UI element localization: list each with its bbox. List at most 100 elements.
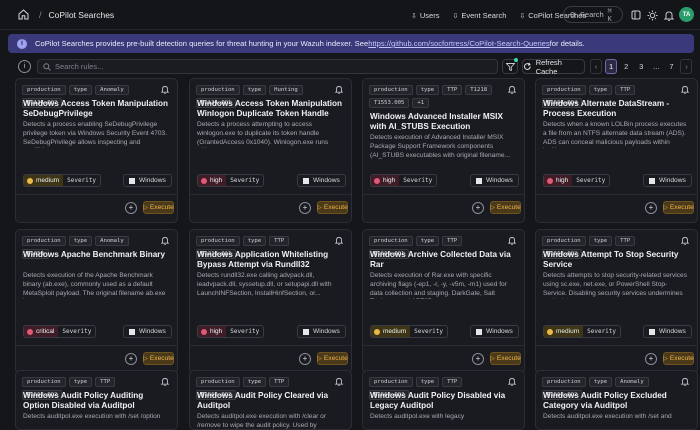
execute-button[interactable]: ▷ Execute — [663, 352, 694, 365]
theme-toggle-icon[interactable] — [646, 9, 658, 21]
page-2[interactable]: 2 — [620, 59, 632, 74]
rule-description: Detects execution of Advanced Installer … — [370, 134, 510, 159]
rule-description: Detects auditpol.exe execution with /set… — [543, 413, 672, 420]
platform-badge: Windows — [643, 174, 692, 187]
severity-label: Severity — [403, 177, 433, 184]
page-7[interactable]: 7 — [665, 59, 677, 74]
page-1[interactable]: 1 — [605, 59, 618, 74]
rule-tag: TTP — [442, 236, 463, 246]
severity-value: high — [556, 177, 569, 184]
add-icon[interactable]: + — [299, 202, 311, 214]
rule-card[interactable]: production type Anomaly T1134.002 Windows Ac… — [15, 78, 178, 223]
banner-link[interactable]: https://github.com/socfortress/CoPilot-S… — [368, 39, 549, 48]
add-icon[interactable]: + — [645, 202, 657, 214]
download-icon: ⇩ — [411, 12, 417, 20]
add-icon[interactable]: + — [125, 353, 137, 365]
rule-tag: type — [415, 236, 440, 246]
severity-badge: high Severity — [543, 174, 611, 187]
severity-dot-icon — [547, 328, 553, 335]
nav-users-label: Users — [419, 10, 440, 20]
execute-button[interactable]: ▷ Execute — [317, 352, 348, 365]
play-icon: ▷ — [663, 205, 668, 211]
refresh-cache-label: Refresh Cache — [535, 57, 562, 76]
subscribe-bell-icon[interactable] — [334, 85, 344, 96]
rule-card[interactable]: production type TTP T1218 T1553.005 +1 Windows… — [362, 78, 525, 223]
card-divider — [363, 345, 524, 346]
rule-title: Windows Archive Collected Data via Rar — [370, 250, 511, 269]
rule-title: Windows Application Whitelisting Bypass … — [197, 250, 329, 269]
rule-tag: TTP — [442, 377, 463, 387]
play-icon: ▷ — [490, 356, 495, 362]
rule-card[interactable]: production type Anomaly T1059 Windows Apache… — [15, 229, 178, 374]
subscribe-bell-icon[interactable] — [160, 85, 170, 96]
rule-card[interactable]: production type TTP T1562.002 Windows Audit … — [189, 370, 352, 430]
severity-badge: high Severity — [370, 174, 438, 187]
add-icon[interactable]: + — [125, 202, 137, 214]
subscribe-bell-icon[interactable] — [160, 377, 170, 388]
play-icon: ▷ — [143, 356, 148, 362]
rule-tag: TTP — [269, 377, 290, 387]
execute-label: Execute — [149, 355, 174, 362]
rule-title: Windows Audit Policy Auditing Option Dis… — [23, 391, 144, 410]
rule-card[interactable]: production type Anomaly T1562.002 Windows Au… — [535, 370, 698, 430]
severity-label: Severity — [576, 177, 606, 184]
rule-description: Detects rundll32.exe calling advpack.dll… — [197, 272, 332, 297]
execute-button[interactable]: ▷ Execute — [663, 201, 694, 214]
subscribe-bell-icon[interactable] — [680, 377, 690, 388]
execute-button[interactable]: ▷ Execute — [317, 201, 348, 214]
execute-button[interactable]: ▷ Execute — [143, 352, 174, 365]
rule-card[interactable]: production type TTP T1562.002 Windows Audit … — [15, 370, 178, 430]
windows-logo-icon — [303, 177, 309, 184]
rule-card[interactable]: production type TTP T1562.002 Windows Audit … — [362, 370, 525, 430]
subscribe-bell-icon[interactable] — [334, 236, 344, 247]
rule-title: Windows Apache Benchmark Binary — [23, 250, 166, 259]
execute-button[interactable]: ▷ Execute — [490, 201, 521, 214]
rule-tag: TTP — [269, 236, 290, 246]
subscribe-bell-icon[interactable] — [680, 85, 690, 96]
windows-logo-icon — [649, 177, 655, 184]
nav-event-search[interactable]: ⇩ Event Search — [452, 11, 506, 20]
severity-level: medium — [371, 326, 411, 337]
platform-value: Windows — [486, 328, 513, 335]
banner-suffix: for details. — [549, 39, 585, 48]
rule-tag: production — [542, 236, 586, 246]
add-icon[interactable]: + — [299, 353, 311, 365]
next-page-button[interactable]: › — [680, 59, 693, 74]
refresh-cache-button[interactable]: Refresh Cache — [522, 57, 585, 76]
breadcrumb-separator: / — [39, 9, 42, 20]
top-nav: ⇩ Users ⇩ Event Search ⇩ CoPilot Searches — [411, 0, 586, 30]
subscribe-bell-icon[interactable] — [680, 236, 690, 247]
info-button[interactable]: i — [18, 60, 31, 73]
user-avatar[interactable]: TA — [679, 7, 694, 22]
subscribe-bell-icon[interactable] — [507, 85, 517, 96]
play-icon: ▷ — [143, 205, 148, 211]
add-icon[interactable]: + — [472, 202, 484, 214]
home-icon[interactable] — [16, 8, 30, 22]
page-3[interactable]: 3 — [635, 59, 647, 74]
rules-search-input[interactable]: Search rules... — [37, 59, 498, 74]
prev-page-button[interactable]: ‹ — [590, 59, 602, 74]
notifications-bell-icon[interactable] — [663, 9, 675, 21]
subscribe-bell-icon[interactable] — [160, 236, 170, 247]
rule-card[interactable]: production type TTP T1562.002 Windows Attemp… — [535, 229, 698, 374]
rule-card[interactable]: production type TTP T1564.004 Windows Altern… — [535, 78, 698, 223]
add-icon[interactable]: + — [472, 353, 484, 365]
rule-card[interactable]: production type Hunting T1134.001 Windows Ac… — [189, 78, 352, 223]
global-search[interactable]: Search ⌘ K — [563, 6, 623, 23]
layout-icon[interactable] — [630, 9, 642, 21]
windows-logo-icon — [303, 328, 309, 335]
rule-card[interactable]: production type TTP T1560.001 Windows Archiv… — [362, 229, 525, 374]
rule-tag: type — [242, 236, 267, 246]
severity-label: Severity — [62, 328, 92, 335]
add-icon[interactable]: + — [645, 353, 657, 365]
subscribe-bell-icon[interactable] — [507, 377, 517, 388]
execute-button[interactable]: ▷ Execute — [490, 352, 521, 365]
execute-label: Execute — [496, 204, 521, 211]
banner-text: CoPilot Searches provides pre-built dete… — [35, 39, 369, 48]
nav-users[interactable]: ⇩ Users — [411, 11, 439, 20]
subscribe-bell-icon[interactable] — [507, 236, 517, 247]
rule-tag: type — [588, 85, 613, 95]
rule-card[interactable]: production type TTP T1218.011 Windows Applic… — [189, 229, 352, 374]
execute-button[interactable]: ▷ Execute — [143, 201, 174, 214]
subscribe-bell-icon[interactable] — [334, 377, 344, 388]
